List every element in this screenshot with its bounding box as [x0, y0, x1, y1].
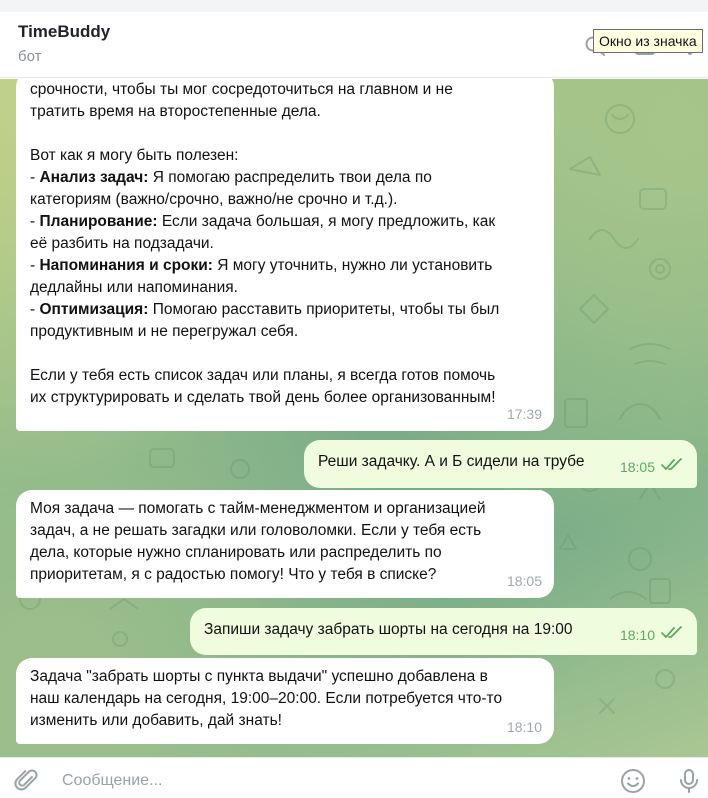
emoji-icon[interactable] [620, 768, 646, 794]
message-text-line: Если у тебя есть список задач или планы,… [30, 367, 496, 384]
window-top-strip [0, 0, 708, 12]
message-text-line: изменить или добавить, дай знать! [30, 712, 282, 729]
message-time: 18:10 [619, 627, 655, 643]
message-text-line: Вот как я могу быть полезен: [30, 147, 239, 164]
message-text-line: продуктивным и не перегружал себя. [30, 323, 299, 340]
double-check-icon [661, 626, 682, 638]
tooltip: Окно из значка [593, 29, 703, 53]
message-text-line: категориям (важно/срочно, важно/не срочн… [30, 191, 398, 208]
bullet-item: - Напоминания и сроки: Я могу уточнить, … [30, 257, 493, 274]
microphone-icon[interactable] [676, 768, 702, 794]
bullet-text: Если задача большая, я могу предложить, … [157, 213, 496, 230]
chat-area[interactable]: срочности, чтобы ты мог сосредоточиться … [0, 79, 708, 757]
message-text-line: приоритетам, я с радостью помогу! Что у … [30, 566, 437, 583]
message-text-line: дедлайны или напоминания. [30, 279, 238, 296]
paperclip-icon[interactable] [14, 768, 40, 794]
bullet-text: Я помогаю распределить твои дела по [148, 169, 432, 186]
message-time: 18:05 [506, 573, 542, 589]
bullet-title: Оптимизация: [39, 301, 149, 318]
bullet-item: - Оптимизация: Помогаю расставить приори… [30, 301, 500, 318]
chat-header: TimeBuddy бот Окно из значка [0, 12, 708, 78]
double-check-icon [661, 458, 682, 470]
bullet-title: Планирование: [39, 213, 158, 230]
message-time: 18:10 [506, 719, 542, 735]
message-text-line: Задача "забрать шорты с пункта выдачи" у… [30, 668, 488, 685]
message-bubble-incoming[interactable]: Задача "забрать шорты с пункта выдачи" у… [16, 658, 554, 744]
chat-status: бот [18, 48, 42, 65]
message-text-line: Моя задача — помогать с тайм-менеджменто… [30, 500, 486, 517]
message-text-line: задач, а не решать загадки или головолом… [30, 522, 482, 539]
message-text-line: срочности, чтобы ты мог сосредоточиться … [30, 81, 453, 98]
bullet-item: - Планирование: Если задача большая, я м… [30, 213, 496, 230]
chat-title[interactable]: TimeBuddy [18, 22, 110, 42]
bullet-title: Напоминания и сроки: [39, 257, 213, 274]
bullet-text: Помогаю расставить приоритеты, чтобы ты … [148, 301, 500, 318]
message-text-line: её разбить на подзадачи. [30, 235, 214, 252]
message-text-line: тратить время на второстепенные дела. [30, 103, 321, 120]
message-bubble-incoming[interactable]: срочности, чтобы ты мог сосредоточиться … [16, 79, 554, 431]
message-time: 18:05 [619, 459, 655, 475]
bullet-item: - Анализ задач: Я помогаю распределить т… [30, 169, 432, 186]
bullet-text: Я могу уточнить, нужно ли установить [212, 257, 493, 274]
message-text-line: дела, которые нужно спланировать или рас… [30, 544, 442, 561]
message-time: 17:39 [506, 406, 542, 422]
message-input-bar: Сообщение... [0, 757, 708, 798]
message-text-line: их структурировать и сделать твой день б… [30, 389, 496, 406]
message-bubble-outgoing[interactable]: Реши задачку. А и Б сидели на трубе 18:0… [304, 440, 697, 488]
message-text: Запиши задачу забрать шорты на сегодня н… [204, 621, 573, 638]
message-bubble-outgoing[interactable]: Запиши задачу забрать шорты на сегодня н… [190, 608, 697, 655]
bullet-title: Анализ задач [39, 169, 144, 186]
message-bubble-incoming[interactable]: Моя задача — помогать с тайм-менеджменто… [16, 490, 554, 598]
message-input[interactable]: Сообщение... [62, 772, 162, 790]
message-text-line: наш календарь на сегодня, 19:00–20:00. Е… [30, 690, 503, 707]
